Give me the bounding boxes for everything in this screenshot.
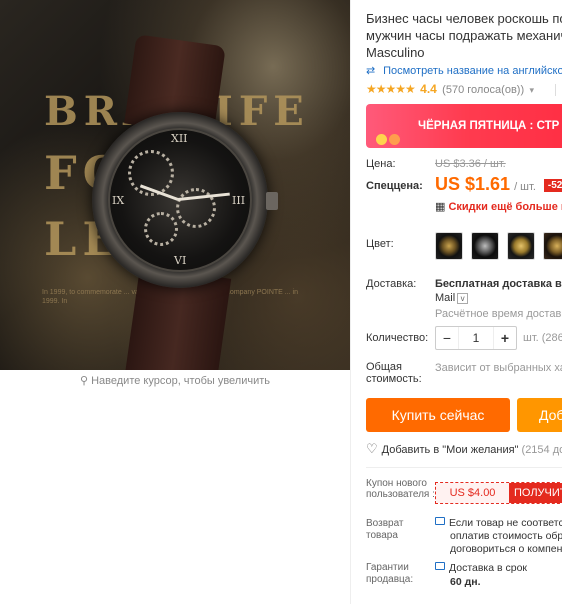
section-divider	[366, 467, 562, 468]
gear-icon	[144, 212, 178, 246]
dial-numeral: XII	[171, 132, 188, 145]
product-title-line: Masculino	[366, 45, 425, 60]
seller-guarantee-text: Доставка в срок 60 дн.	[435, 561, 527, 589]
dial-numeral: VI	[174, 254, 187, 267]
return-line: Если товар не соответст	[449, 517, 562, 529]
translate-link-text: Посмотреть название на английском	[383, 65, 562, 77]
promo-decoration	[376, 120, 402, 148]
original-price: US $3.36 / шт.	[435, 158, 506, 170]
total-price-label: Общая стоимость:	[366, 361, 422, 385]
chevron-down-icon: v	[457, 293, 469, 304]
delivery-time-text: Расчётное время доставки:	[435, 308, 562, 320]
shipping-method-select[interactable]: Mail v	[435, 292, 469, 304]
color-swatch[interactable]	[435, 232, 463, 260]
translate-title-link[interactable]: ⇄ Посмотреть название на английском	[366, 64, 562, 77]
add-to-cart-button[interactable]: Доб	[517, 398, 562, 432]
more-discounts-link[interactable]: ▦ Скидки ещё больше в пр	[435, 200, 562, 213]
stock-count: шт. (2867	[523, 332, 562, 344]
price-unit: / шт.	[514, 181, 536, 193]
total-price-note: Зависит от выбранных хара	[435, 362, 562, 374]
return-policy-text: Если товар не соответст оплатив стоимост…	[435, 517, 562, 556]
black-friday-banner[interactable]: ЧЁРНАЯ ПЯТНИЦА : СТР	[366, 104, 562, 148]
qr-code-icon: ▦	[435, 201, 446, 213]
wishlist-text: Добавить в "Мои желания"	[381, 444, 519, 456]
return-policy-label: Возврат товара	[366, 518, 404, 541]
return-line: оплатив стоимость обра	[450, 530, 562, 542]
guarantee-days: 60 дн.	[450, 576, 481, 588]
quantity-stepper: − 1 +	[435, 326, 517, 350]
special-price: US $1.61/ шт. -52%	[435, 174, 562, 195]
buy-now-button[interactable]: Купить сейчас	[366, 398, 510, 432]
quantity-input[interactable]: 1	[458, 327, 494, 349]
quantity-decrease-button[interactable]: −	[436, 327, 458, 349]
color-swatch[interactable]	[471, 232, 499, 260]
zoom-hint-text: Наведите курсор, чтобы увеличить	[91, 375, 271, 387]
product-info-panel: Бизнес часы человек роскошь пол мужчин ч…	[350, 0, 562, 604]
get-coupon-button[interactable]: ПОЛУЧИТЬ	[509, 483, 562, 503]
orders-count: 2136	[555, 84, 562, 96]
translate-icon: ⇄	[366, 65, 376, 77]
watch-crown	[266, 192, 278, 210]
price-value: US $1.61	[435, 174, 511, 194]
quantity-increase-button[interactable]: +	[494, 327, 516, 349]
promo-text: ЧЁРНАЯ ПЯТНИЦА : СТР	[418, 120, 560, 132]
wishlist-count: (2154 добав	[521, 444, 562, 456]
seller-guarantee-label: Гарантии продавца:	[366, 562, 414, 585]
rating-stars-icon: ★★★★★	[366, 82, 416, 96]
dial-numeral: IX	[112, 194, 125, 207]
coupon-amount: US $4.00	[436, 483, 509, 503]
shipping-method-value: Mail	[435, 292, 456, 304]
guarantee-icon	[435, 562, 445, 570]
color-swatch[interactable]	[543, 232, 562, 260]
more-discounts-text: Скидки ещё больше в пр	[448, 201, 562, 213]
free-shipping-text: Бесплатная доставка в Ru	[435, 278, 562, 290]
color-label: Цвет:	[366, 238, 394, 250]
price-label: Цена:	[366, 158, 396, 170]
coupon-label: Купон нового пользователя :	[366, 478, 435, 500]
heart-icon: ♡	[366, 441, 378, 456]
votes-count[interactable]: (570 голоса(ов))	[442, 84, 524, 96]
quantity-label: Количество:	[366, 332, 429, 344]
guarantee-line: Доставка в срок	[449, 562, 528, 574]
rating-row: ★★★★★ 4.4 (570 голоса(ов)) ▾ 2136	[366, 82, 562, 96]
product-title-line: мужчин часы подражать механиче	[366, 28, 562, 43]
return-icon	[435, 517, 445, 525]
delivery-label: Доставка:	[366, 278, 417, 290]
rating-value: 4.4	[420, 82, 437, 96]
special-price-label: Спеццена:	[366, 180, 423, 192]
discount-badge: -52%	[543, 179, 562, 192]
color-swatch[interactable]	[507, 232, 535, 260]
new-user-coupon: US $4.00 ПОЛУЧИТЬ	[435, 482, 562, 504]
return-line: договориться о компенс	[450, 543, 562, 555]
product-title: Бизнес часы человек роскошь пол мужчин ч…	[366, 10, 562, 61]
chevron-down-icon[interactable]: ▾	[529, 85, 534, 95]
product-title-line: Бизнес часы человек роскошь пол	[366, 11, 562, 26]
color-swatches	[435, 232, 562, 263]
dial-numeral: III	[232, 194, 246, 207]
zoom-hint: ⚲ Наведите курсор, чтобы увеличить	[0, 374, 350, 387]
add-to-wishlist-link[interactable]: ♡Добавить в "Мои желания" (2154 добав	[366, 441, 562, 457]
magnifier-icon: ⚲	[79, 375, 92, 387]
product-main-image[interactable]: BRA LIFE FO ER LE D In 1999, to commemor…	[0, 0, 350, 370]
